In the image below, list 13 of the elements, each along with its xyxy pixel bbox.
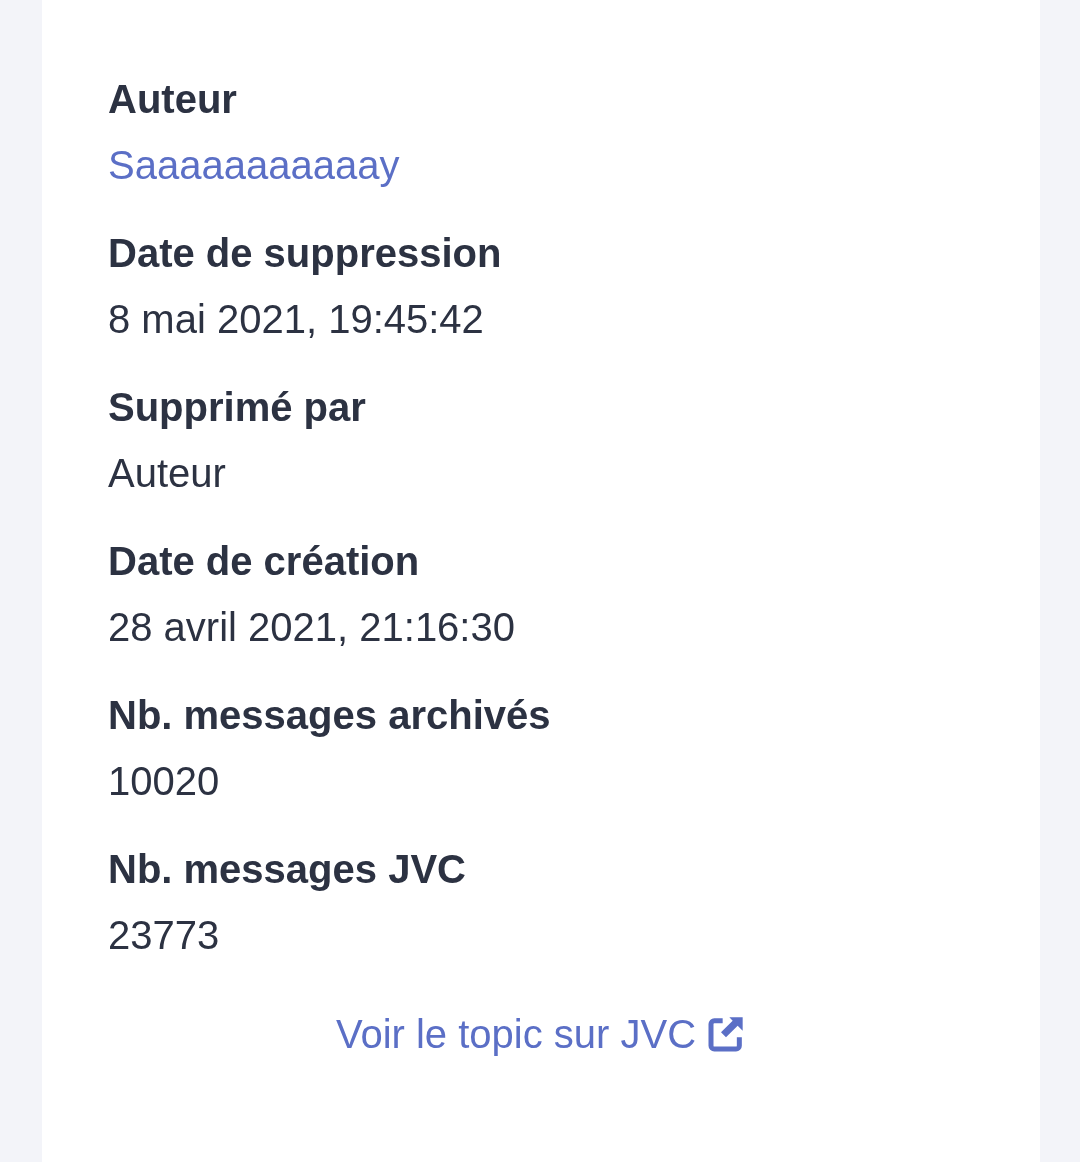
field-value: 23773	[108, 912, 221, 959]
field-label: Date de création	[108, 538, 421, 585]
field-value: Auteur	[108, 450, 227, 497]
field-value: 8 mai 2021, 19:45:42	[108, 296, 485, 343]
field-label: Nb. messages archivés	[108, 692, 552, 739]
author-link[interactable]: Saaaaaaaaaaay	[108, 132, 974, 198]
field-value: 28 avril 2021, 21:16:30	[108, 604, 516, 651]
field-label: Supprimé par	[108, 384, 367, 431]
field-label: Auteur	[108, 76, 238, 123]
topic-link[interactable]: Voir le topic sur JVC	[335, 1004, 697, 1064]
field-value: 10020	[108, 758, 221, 805]
field-label: Date de suppression	[108, 230, 503, 277]
field-label: Nb. messages JVC	[108, 846, 467, 893]
